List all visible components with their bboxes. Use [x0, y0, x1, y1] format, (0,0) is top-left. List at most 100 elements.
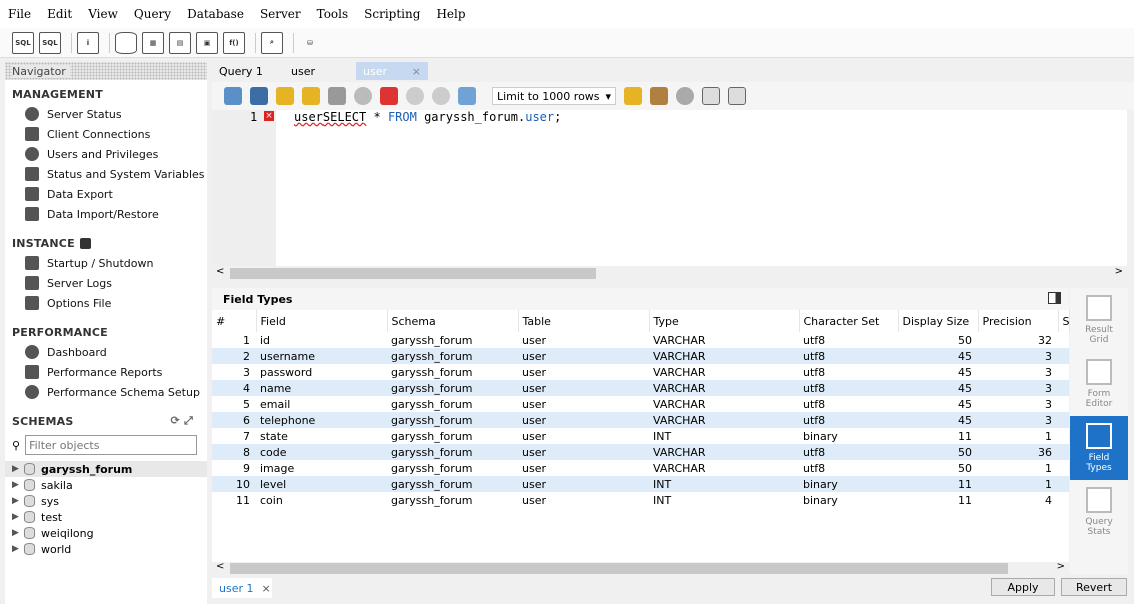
menu-edit[interactable]: Edit	[47, 7, 72, 21]
add-snippet-icon[interactable]	[624, 87, 642, 105]
rollback-icon[interactable]	[432, 87, 450, 105]
table-row[interactable]: 4 name garyssh_forum user VARCHAR utf8 45 3	[212, 380, 1069, 396]
scroll-right-icon[interactable]: >	[1057, 561, 1065, 572]
execute-current-icon[interactable]	[302, 87, 320, 105]
close-icon[interactable]: ×	[412, 65, 421, 78]
open-file-icon[interactable]	[224, 87, 242, 105]
table-row[interactable]: 5 email garyssh_forum user VARCHAR utf8 45 3	[212, 396, 1069, 412]
schema-item[interactable]: ▶ weiqilong	[5, 525, 207, 541]
table-row[interactable]: 8 code garyssh_forum user VARCHAR utf8 50 36	[212, 444, 1069, 460]
nav-server-status[interactable]: Server Status	[5, 104, 207, 124]
nav-status-variables[interactable]: Status and System Variables	[5, 164, 207, 184]
find-icon[interactable]	[676, 87, 694, 105]
nav-options-file[interactable]: Options File	[5, 293, 207, 313]
table-row[interactable]: 9 image garyssh_forum user VARCHAR utf8 50 1	[212, 460, 1069, 476]
beautify-icon[interactable]	[650, 87, 668, 105]
tab-query-1[interactable]: Query 1	[212, 62, 284, 80]
menu-help[interactable]: Help	[436, 7, 465, 21]
query-stats-button[interactable]: Query Stats	[1070, 480, 1128, 544]
nav-users-privileges[interactable]: Users and Privileges	[5, 144, 207, 164]
column-header[interactable]: Display Size	[898, 310, 979, 332]
column-header[interactable]: Character Set	[799, 310, 899, 332]
wrap-lines-icon[interactable]	[728, 87, 746, 105]
menu-file[interactable]: File	[8, 7, 31, 21]
table-row[interactable]: 10 level garyssh_forum user INT binary 11 1	[212, 476, 1069, 492]
nav-startup-shutdown[interactable]: Startup / Shutdown	[5, 253, 207, 273]
create-schema-icon[interactable]	[115, 31, 137, 54]
apply-button[interactable]: Apply	[991, 578, 1055, 596]
expand-arrow-icon[interactable]: ▶	[12, 512, 24, 522]
schema-item[interactable]: ▶ test	[5, 509, 207, 525]
expand-arrow-icon[interactable]: ▶	[12, 496, 24, 506]
autocommit-icon[interactable]	[458, 87, 476, 105]
create-procedure-icon[interactable]: ▣	[196, 31, 218, 54]
column-header[interactable]: #	[212, 310, 257, 332]
limit-rows-select[interactable]: Limit to 1000 rows ▾	[492, 87, 616, 105]
commit-icon[interactable]	[406, 87, 424, 105]
schema-item[interactable]: ▶ world	[5, 541, 207, 557]
open-sql-script-icon[interactable]: SQL	[39, 31, 61, 54]
menu-query[interactable]: Query	[134, 7, 171, 21]
column-header[interactable]: S	[1058, 310, 1070, 332]
menu-database[interactable]: Database	[187, 7, 244, 21]
nav-data-import[interactable]: Data Import/Restore	[5, 204, 207, 224]
menu-tools[interactable]: Tools	[317, 7, 349, 21]
reconnect-icon[interactable]: ⛁	[299, 32, 321, 54]
nav-performance-reports[interactable]: Performance Reports	[5, 362, 207, 382]
sql-editor[interactable]: 1 × userSELECT * FROM garyssh_forum.user…	[212, 110, 1127, 266]
tab-user[interactable]: user	[284, 62, 356, 80]
column-header[interactable]: Type	[649, 310, 800, 332]
filter-objects-input[interactable]	[25, 435, 198, 455]
refresh-icon[interactable]: ⟳ ⤢	[171, 414, 193, 428]
close-icon[interactable]: ×	[262, 582, 271, 595]
field-types-button[interactable]: Field Types	[1070, 416, 1128, 480]
scroll-thumb[interactable]	[230, 563, 1008, 574]
result-tab-user-1[interactable]: user 1 ×	[212, 578, 272, 598]
table-row[interactable]: 6 telephone garyssh_forum user VARCHAR utf8 45…	[212, 412, 1069, 428]
create-function-icon[interactable]: f()	[223, 31, 245, 54]
schema-item[interactable]: ▶ sys	[5, 493, 207, 509]
table-row[interactable]: 7 state garyssh_forum user INT binary 11 1	[212, 428, 1069, 444]
expand-arrow-icon[interactable]: ▶	[12, 528, 24, 538]
explain-icon[interactable]	[328, 87, 346, 105]
expand-arrow-icon[interactable]: ▶	[12, 464, 24, 474]
nav-dashboard[interactable]: Dashboard	[5, 342, 207, 362]
result-horizontal-scrollbar[interactable]: < >	[212, 561, 1069, 575]
menu-scripting[interactable]: Scripting	[364, 7, 420, 21]
nav-client-connections[interactable]: Client Connections	[5, 124, 207, 144]
tab-user-active[interactable]: user ×	[356, 62, 428, 80]
table-row[interactable]: 1 id garyssh_forum user VARCHAR utf8 50 32	[212, 332, 1069, 348]
invisible-chars-icon[interactable]	[702, 87, 720, 105]
editor-horizontal-scrollbar[interactable]: < >	[212, 266, 1127, 281]
scroll-left-icon[interactable]: <	[216, 266, 224, 277]
execute-icon[interactable]	[276, 87, 294, 105]
schema-item[interactable]: ▶ sakila	[5, 477, 207, 493]
stop-icon[interactable]	[354, 87, 372, 105]
menu-view[interactable]: View	[88, 7, 118, 21]
revert-button[interactable]: Revert	[1061, 578, 1127, 596]
menu-server[interactable]: Server	[260, 7, 301, 21]
create-view-icon[interactable]: ▤	[169, 31, 191, 54]
expand-arrow-icon[interactable]: ▶	[12, 480, 24, 490]
column-header[interactable]: Field	[256, 310, 388, 332]
inspector-icon[interactable]: i	[77, 31, 99, 54]
scroll-left-icon[interactable]: <	[216, 561, 224, 572]
nav-data-export[interactable]: Data Export	[5, 184, 207, 204]
create-table-icon[interactable]: ▦	[142, 31, 164, 54]
toggle-error-icon[interactable]	[380, 87, 398, 105]
form-editor-button[interactable]: Form Editor	[1070, 352, 1128, 416]
column-header[interactable]: Schema	[387, 310, 519, 332]
scroll-thumb[interactable]	[230, 268, 596, 279]
column-header[interactable]: Table	[518, 310, 650, 332]
table-row[interactable]: 2 username garyssh_forum user VARCHAR utf8 45 3	[212, 348, 1069, 364]
result-grid-button[interactable]: Result Grid	[1070, 288, 1128, 352]
table-row[interactable]: 3 password garyssh_forum user VARCHAR utf8 45 3	[212, 364, 1069, 380]
nav-server-logs[interactable]: Server Logs	[5, 273, 207, 293]
schema-item[interactable]: ▶ garyssh_forum	[5, 461, 207, 477]
search-table-data-icon[interactable]: ⌕	[261, 31, 283, 54]
nav-performance-schema-setup[interactable]: Performance Schema Setup	[5, 382, 207, 402]
expand-arrow-icon[interactable]: ▶	[12, 544, 24, 554]
column-header[interactable]: Precision	[978, 310, 1059, 332]
save-icon[interactable]	[250, 87, 268, 105]
scroll-right-icon[interactable]: >	[1115, 266, 1123, 277]
